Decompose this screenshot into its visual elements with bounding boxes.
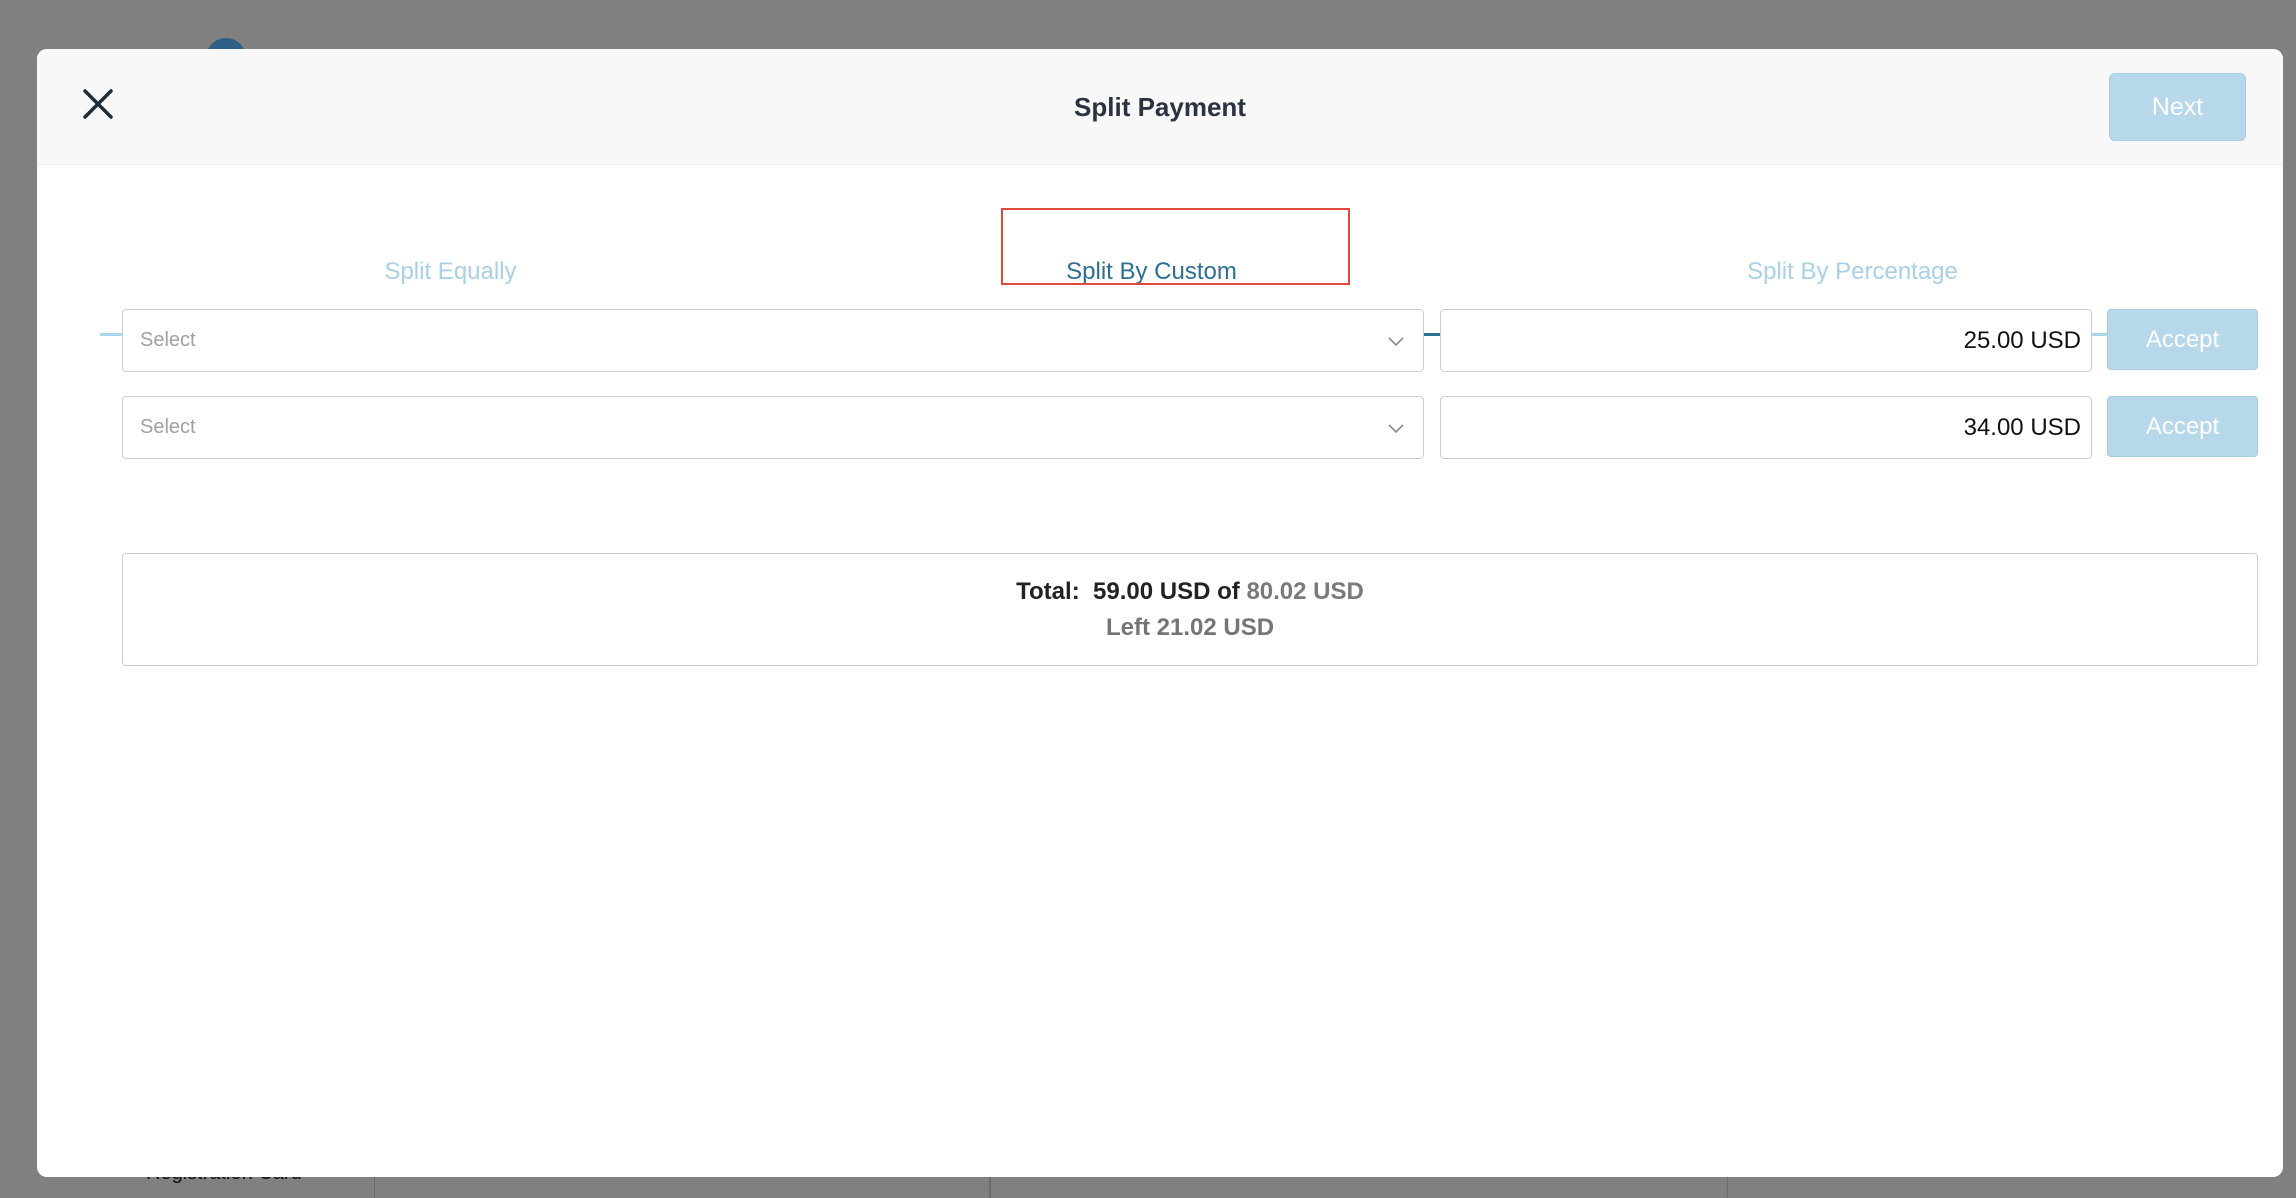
chevron-down-icon	[1388, 424, 1404, 434]
modal-title: Split Payment	[1074, 91, 1246, 122]
chevron-down-icon	[1388, 337, 1404, 347]
total-label: Total:	[1016, 578, 1080, 605]
next-button[interactable]: Next	[2109, 73, 2246, 141]
total-summary: Total: 59.00 USD of 80.02 USD Left 21.02…	[122, 553, 2258, 666]
amount-input[interactable]: 34.00 USD	[1440, 396, 2092, 459]
select-placeholder: Select	[140, 416, 196, 438]
grand-total: 80.02 USD	[1246, 578, 1364, 605]
accept-button[interactable]: Accept	[2107, 396, 2258, 457]
highlight-box	[1001, 208, 1350, 285]
amount-input[interactable]: 25.00 USD	[1440, 309, 2092, 372]
of-label: of	[1217, 578, 1240, 605]
payer-select[interactable]: Select	[122, 309, 1424, 372]
left-amount: Left 21.02 USD	[1105, 614, 1275, 641]
total-line: Total: 59.00 USD of 80.02 USD	[123, 578, 2257, 606]
select-placeholder: Select	[140, 329, 196, 351]
close-icon	[83, 89, 113, 119]
payer-select[interactable]: Select	[122, 396, 1424, 459]
total-value: 59.00 USD	[1093, 578, 1211, 605]
split-row: Select 25.00 USD Accept	[122, 309, 2258, 372]
close-button[interactable]	[77, 83, 119, 125]
split-row: Select 34.00 USD Accept	[122, 396, 2258, 459]
modal-header: Split Payment Next	[37, 49, 2283, 165]
accept-button[interactable]: Accept	[2107, 309, 2258, 370]
